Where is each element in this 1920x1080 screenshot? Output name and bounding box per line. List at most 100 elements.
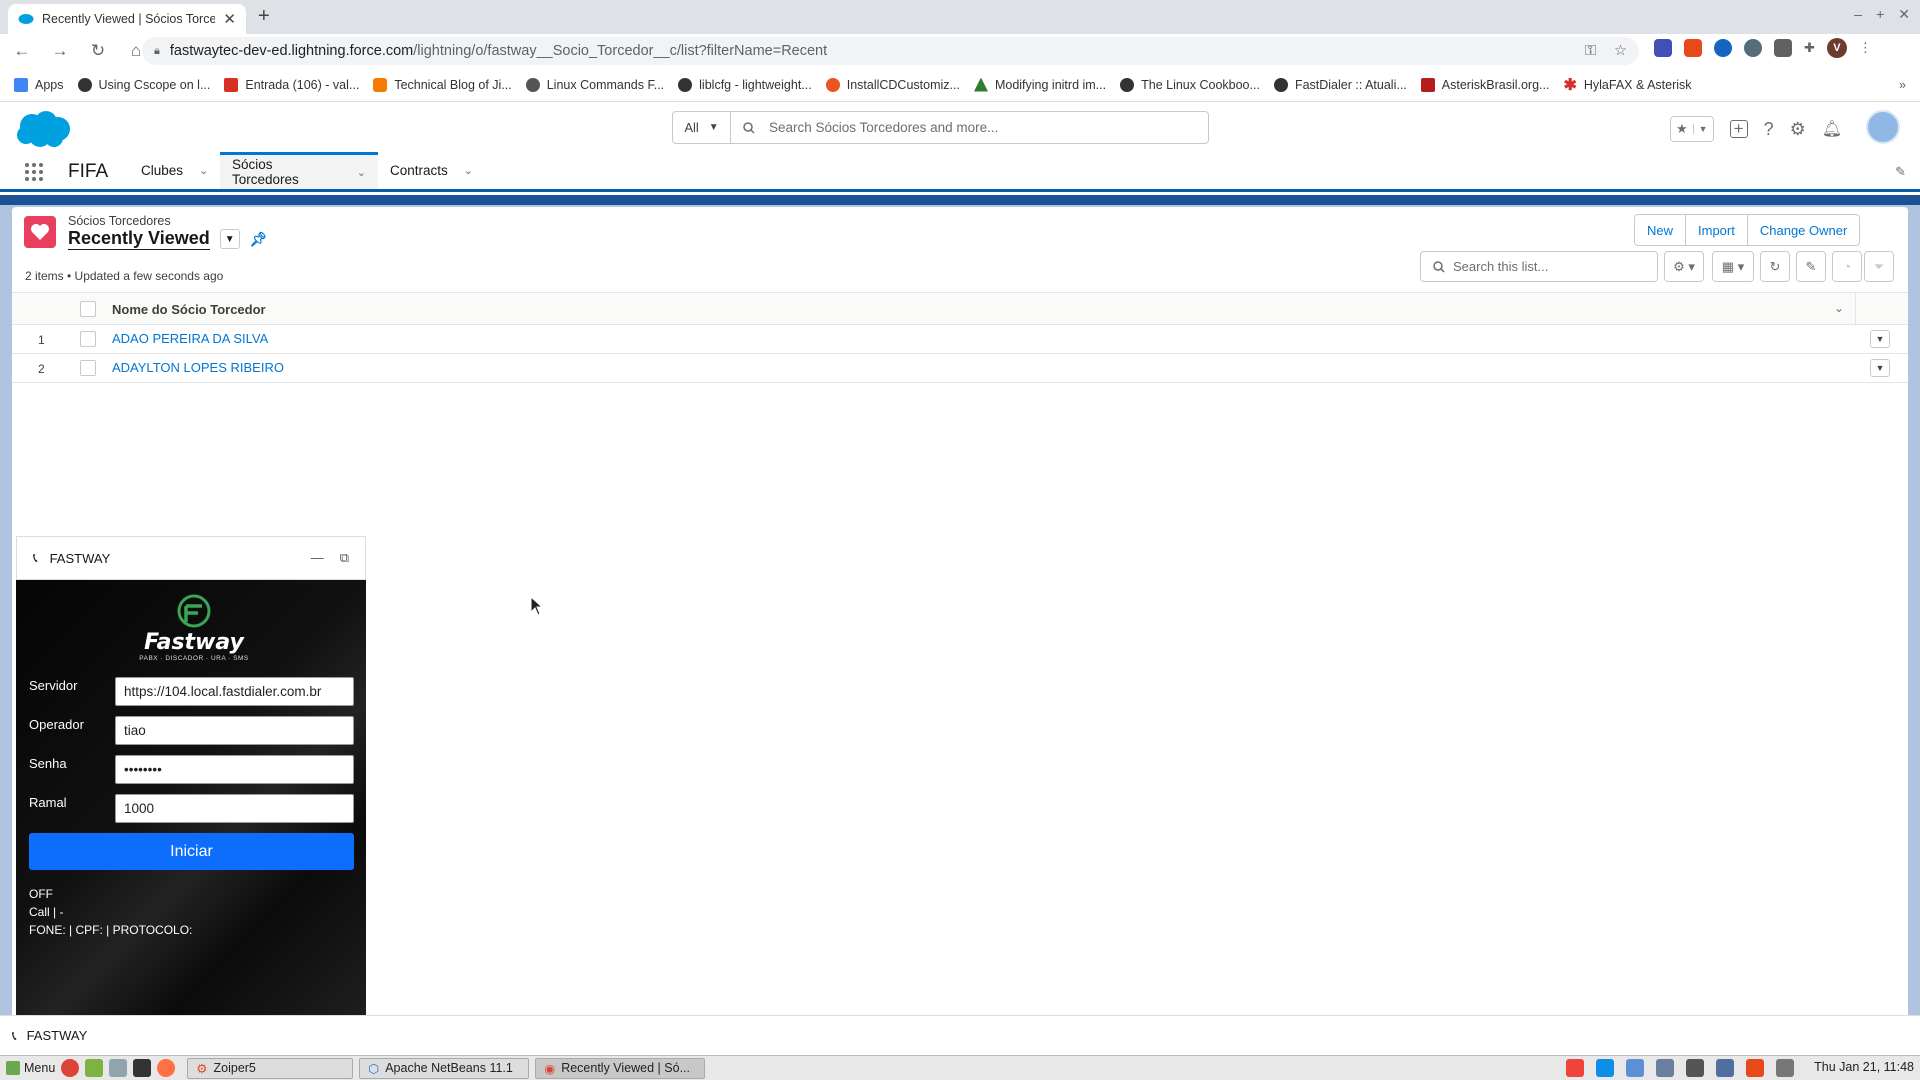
pin-icon[interactable]: 📌︎ xyxy=(250,231,268,248)
bookmark-item[interactable]: InstallCDCustomiz... xyxy=(825,77,960,92)
chevron-down-icon[interactable]: ⌄ xyxy=(357,166,366,179)
puzzle-icon[interactable]: ✚ xyxy=(1804,40,1815,56)
tray-anydesk-icon[interactable] xyxy=(1566,1059,1584,1077)
taskbar-item-netbeans[interactable]: ⬡ Apache NetBeans 11.1 xyxy=(359,1057,530,1079)
minimize-icon[interactable]: – xyxy=(1854,6,1862,23)
charts-button[interactable]: ◔ xyxy=(1832,251,1862,282)
taskbar-item-chrome[interactable]: ◉ Recently Viewed | Só... xyxy=(535,1057,706,1079)
search-scope-select[interactable]: All ▼ xyxy=(673,112,731,143)
reload-icon[interactable]: ↻ xyxy=(84,37,112,65)
refresh-button[interactable]: ↻ xyxy=(1760,251,1790,282)
help-icon[interactable]: ? xyxy=(1764,119,1774,140)
maximize-icon[interactable]: + xyxy=(1876,6,1884,23)
forward-icon[interactable]: → xyxy=(46,37,74,65)
change-owner-button[interactable]: Change Owner xyxy=(1748,215,1859,245)
search-input[interactable]: Search Sócios Torcedores and more... xyxy=(743,120,998,135)
ramal-field[interactable]: 1000 xyxy=(115,794,354,823)
bookmark-item[interactable]: FastDialer :: Atuali... xyxy=(1273,77,1407,92)
bookmark-item[interactable]: ✱ HylaFAX & Asterisk xyxy=(1563,75,1691,95)
user-avatar[interactable] xyxy=(1866,110,1900,144)
files-launcher-icon[interactable] xyxy=(85,1059,104,1077)
tray-dropbox-icon[interactable] xyxy=(1626,1059,1644,1077)
select-all-checkbox[interactable] xyxy=(80,301,96,317)
row-checkbox[interactable] xyxy=(80,331,96,347)
salesforce-logo-icon[interactable] xyxy=(14,110,72,150)
import-button[interactable]: Import xyxy=(1686,215,1748,245)
bookmark-item[interactable]: Linux Commands F... xyxy=(525,77,664,92)
edit-nav-pencil-icon[interactable]: ✎ xyxy=(1895,164,1906,180)
firefox-launcher-icon[interactable] xyxy=(157,1059,176,1077)
column-menu-chevron-icon[interactable]: ⌄ xyxy=(1834,301,1844,315)
global-actions-icon[interactable]: + xyxy=(1729,119,1748,138)
tray-zoiper-icon[interactable] xyxy=(1746,1059,1764,1077)
chevron-down-icon[interactable]: ⌄ xyxy=(199,164,208,177)
browser-tab[interactable]: Recently Viewed | Sócios Torce ✕ xyxy=(8,4,246,34)
globe-icon xyxy=(1120,77,1135,92)
bookmark-item[interactable]: Modifying initrd im... xyxy=(973,77,1106,92)
popout-icon[interactable]: ⧉ xyxy=(340,550,349,566)
bookmark-item[interactable]: Technical Blog of Ji... xyxy=(373,77,512,92)
tray-volume-icon[interactable] xyxy=(1776,1059,1794,1077)
record-link[interactable]: ADAO PEREIRA DA SILVA xyxy=(112,331,268,346)
kebab-menu-icon[interactable]: ⋮ xyxy=(1859,40,1872,56)
utility-item-fastway[interactable]: 📞︎ FASTWAY xyxy=(12,1028,87,1044)
operador-field[interactable]: tiao xyxy=(115,716,354,745)
senha-field[interactable]: •••••••• xyxy=(115,755,354,784)
nav-item-socios-torcedores[interactable]: Sócios Torcedores ⌄ xyxy=(220,152,378,189)
back-icon[interactable]: ← xyxy=(8,37,36,65)
more-bookmarks-icon[interactable]: » xyxy=(1899,78,1906,92)
setup-gear-icon[interactable]: ⚙ xyxy=(1790,119,1806,140)
extension-icon[interactable] xyxy=(1654,39,1672,57)
desktop-launcher-icon[interactable] xyxy=(109,1059,128,1077)
tray-shield-icon[interactable] xyxy=(1656,1059,1674,1077)
close-window-icon[interactable]: ✕ xyxy=(1898,6,1910,23)
tray-teamviewer-icon[interactable] xyxy=(1596,1059,1614,1077)
inline-edit-button[interactable]: ✎ xyxy=(1796,251,1826,282)
chrome-launcher-icon[interactable] xyxy=(61,1059,80,1077)
iniciar-button[interactable]: Iniciar xyxy=(29,833,354,870)
row-actions-dropdown-icon[interactable]: ▼ xyxy=(1870,359,1890,377)
nav-item-clubes[interactable]: Clubes ⌄ xyxy=(129,152,220,189)
bookmark-item[interactable]: The Linux Cookboo... xyxy=(1120,77,1260,92)
record-link[interactable]: ADAYLTON LOPES RIBEIRO xyxy=(112,360,284,375)
profile-avatar[interactable]: V xyxy=(1826,38,1847,58)
site-icon xyxy=(525,77,540,92)
column-header[interactable]: Nome do Sócio Torcedor xyxy=(112,302,266,317)
app-launcher-icon[interactable] xyxy=(24,162,44,182)
minimize-icon[interactable]: — xyxy=(311,550,324,566)
extension-icon[interactable] xyxy=(1684,39,1702,57)
bookmark-item[interactable]: Entrada (106) - val... xyxy=(224,77,359,92)
extension-icon[interactable] xyxy=(1774,39,1792,57)
list-search-input[interactable]: Search this list... xyxy=(1420,251,1658,282)
bookmark-item[interactable]: liblcfg - lightweight... xyxy=(678,77,812,92)
notifications-bell-icon[interactable]: 🔔︎ xyxy=(1822,119,1842,139)
terminal-launcher-icon[interactable] xyxy=(133,1059,152,1077)
bookmark-star-icon[interactable]: ☆ xyxy=(1614,43,1627,59)
list-view-title[interactable]: Recently Viewed ▼ 📌︎ xyxy=(68,228,268,250)
new-tab-icon[interactable]: + xyxy=(258,5,270,28)
list-view-picker-icon[interactable]: ▼ xyxy=(219,229,240,249)
nav-item-contracts[interactable]: Contracts ⌄ xyxy=(378,152,485,189)
servidor-field[interactable]: https://104.local.fastdialer.com.br xyxy=(115,677,354,706)
display-as-button[interactable]: ▦ ▾ xyxy=(1712,251,1754,282)
favorites-button[interactable]: ★ ▼ xyxy=(1670,116,1714,142)
site-icon xyxy=(973,77,988,92)
extension-icon[interactable] xyxy=(1744,39,1762,57)
tray-network-icon[interactable] xyxy=(1716,1059,1734,1077)
row-actions-dropdown-icon[interactable]: ▼ xyxy=(1870,330,1890,348)
address-bar[interactable]: 🔒︎ fastwaytec-dev-ed.lightning.force.com… xyxy=(142,37,1639,65)
list-settings-button[interactable]: ⚙ ▾ xyxy=(1664,251,1704,282)
new-button[interactable]: New xyxy=(1635,215,1687,245)
chevron-down-icon[interactable]: ⌄ xyxy=(464,164,473,177)
bookmark-item[interactable]: Apps xyxy=(14,77,64,92)
start-menu-button[interactable]: Menu xyxy=(0,1061,61,1075)
bookmark-item[interactable]: Using Cscope on l... xyxy=(77,77,210,92)
close-tab-icon[interactable]: ✕ xyxy=(223,10,236,28)
row-checkbox[interactable] xyxy=(80,360,96,376)
filter-button[interactable]: ⏷ xyxy=(1864,251,1894,282)
taskbar-item-zoiper[interactable]: ⚙ Zoiper5 xyxy=(187,1057,354,1079)
extension-icon[interactable] xyxy=(1714,39,1732,57)
key-icon[interactable]: ⚿ xyxy=(1585,43,1596,59)
tray-tool-icon[interactable] xyxy=(1686,1059,1704,1077)
bookmark-item[interactable]: AsteriskBrasil.org... xyxy=(1420,77,1549,92)
